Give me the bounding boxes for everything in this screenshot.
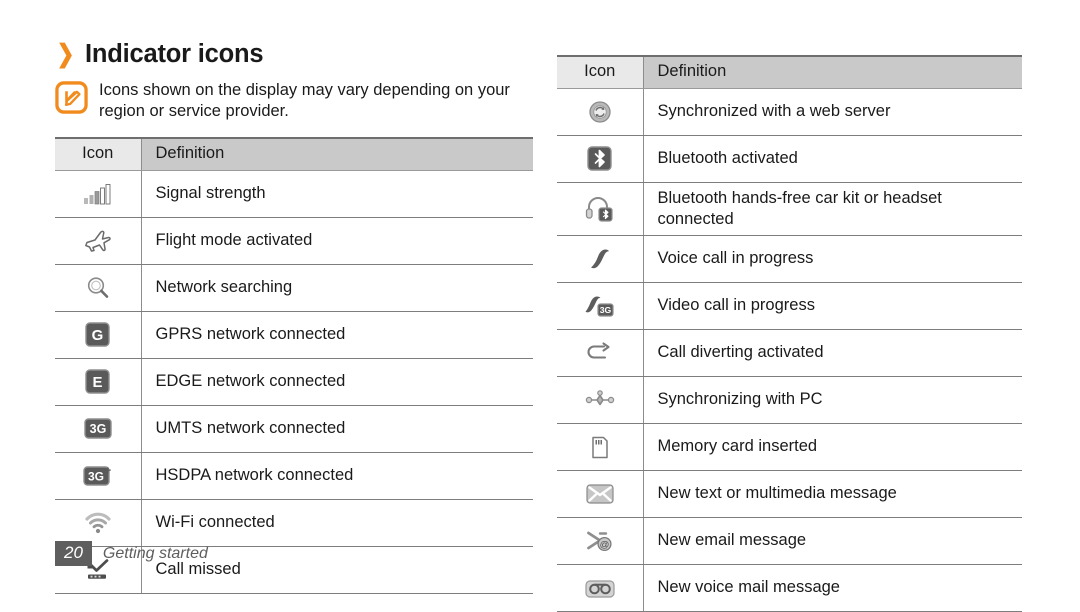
left-column: ❯ Indicator icons Icons shown on the dis… <box>55 40 533 594</box>
gprs-badge-icon: G <box>55 311 141 359</box>
table-row: Network searching <box>55 264 533 312</box>
signal-strength-icon <box>55 170 141 218</box>
row-definition: GPRS network connected <box>140 311 533 359</box>
svg-text:@: @ <box>599 539 609 550</box>
table-row: New voice mail message <box>557 564 1022 612</box>
row-definition: EDGE network connected <box>140 358 533 406</box>
column-header-definition: Definition <box>642 54 1022 89</box>
row-definition: New voice mail message <box>642 564 1022 612</box>
svg-text:3G: 3G <box>600 305 612 315</box>
row-definition: Flight mode activated <box>140 217 533 265</box>
document-page: ❯ Indicator icons Icons shown on the dis… <box>0 0 1080 612</box>
table-row: Synchronized with a web server <box>557 88 1022 136</box>
table-row: New text or multimedia message <box>557 470 1022 519</box>
table-row: 3G UMTS network connected <box>55 405 533 453</box>
table-row: Synchronizing with PC <box>557 376 1022 425</box>
bluetooth-activated-icon <box>557 135 643 183</box>
svg-text:G: G <box>92 327 104 344</box>
table-row: Flight mode activated <box>55 217 533 265</box>
wifi-connected-icon <box>55 499 141 547</box>
table-row: 3G Video call in progress <box>557 282 1022 331</box>
row-definition: HSDPA network connected <box>140 452 533 500</box>
column-header-icon: Icon <box>55 136 141 171</box>
svg-text:E: E <box>93 374 103 391</box>
row-definition: Bluetooth activated <box>642 135 1022 183</box>
page-number: 20 <box>55 541 92 566</box>
table-row: Signal strength <box>55 170 533 218</box>
note-text: Icons shown on the display may vary depe… <box>99 81 510 121</box>
chevron-right-icon: ❯ <box>56 40 75 68</box>
hsdpa-badge-icon: 3G + <box>55 452 141 500</box>
row-definition: New text or multimedia message <box>642 470 1022 519</box>
table-row: Wi-Fi connected <box>55 499 533 547</box>
table-row: Bluetooth hands-free car kit or headset … <box>557 182 1022 237</box>
call-diverting-icon <box>557 329 643 378</box>
row-definition: New email message <box>642 517 1022 566</box>
page-footer: 20 Getting started <box>55 541 208 566</box>
flight-mode-icon <box>55 217 141 265</box>
network-searching-icon <box>55 264 141 312</box>
svg-text:3G: 3G <box>88 470 104 484</box>
table-row: 3G + HSDPA network connected <box>55 452 533 500</box>
row-definition: Voice call in progress <box>642 235 1022 284</box>
pc-sync-icon <box>557 376 643 425</box>
voice-call-icon <box>557 235 643 284</box>
footer-section-label: Getting started <box>102 544 208 562</box>
svg-text:+: + <box>105 465 111 477</box>
table-header-row: Icon Definition <box>557 54 1022 89</box>
table-row: Voice call in progress <box>557 235 1022 284</box>
page-title: ❯ Indicator icons <box>55 40 533 69</box>
row-definition: Wi-Fi connected <box>140 499 533 547</box>
table-row: E EDGE network connected <box>55 358 533 406</box>
row-definition: Synchronized with a web server <box>642 88 1022 136</box>
umts-badge-icon: 3G <box>55 405 141 453</box>
table-row: Bluetooth activated <box>557 135 1022 183</box>
table-row: G GPRS network connected <box>55 311 533 359</box>
table-header-row: Icon Definition <box>55 136 533 171</box>
bluetooth-headset-icon <box>557 182 643 237</box>
note-block: Icons shown on the display may vary depe… <box>55 79 533 123</box>
new-message-icon <box>557 470 643 519</box>
web-sync-icon <box>557 88 643 136</box>
new-email-icon: @ <box>557 517 643 566</box>
row-definition: Video call in progress <box>642 282 1022 331</box>
video-call-icon: 3G <box>557 282 643 331</box>
edge-badge-icon: E <box>55 358 141 406</box>
row-definition: Memory card inserted <box>642 423 1022 472</box>
new-voicemail-icon <box>557 564 643 612</box>
left-indicator-table: Icon Definition Signal strength Flight m… <box>55 136 533 594</box>
column-header-icon: Icon <box>557 54 643 89</box>
row-definition: Signal strength <box>140 170 533 218</box>
row-definition: Call diverting activated <box>642 329 1022 378</box>
row-definition: Synchronizing with PC <box>642 376 1022 425</box>
right-indicator-table: Icon Definition Synchronized with a web … <box>557 54 1022 612</box>
svg-text:3G: 3G <box>89 422 106 436</box>
table-row: @ New email message <box>557 517 1022 566</box>
memory-card-icon <box>557 423 643 472</box>
table-row: Memory card inserted <box>557 423 1022 472</box>
row-definition: Bluetooth hands-free car kit or headset … <box>642 182 1022 237</box>
row-definition: Network searching <box>140 264 533 312</box>
right-column: Icon Definition Synchronized with a web … <box>557 54 1022 612</box>
row-definition: UMTS network connected <box>140 405 533 453</box>
column-header-definition: Definition <box>140 136 533 171</box>
table-row: Call diverting activated <box>557 329 1022 378</box>
note-pencil-icon <box>55 81 88 114</box>
page-title-text: Indicator icons <box>84 40 264 68</box>
